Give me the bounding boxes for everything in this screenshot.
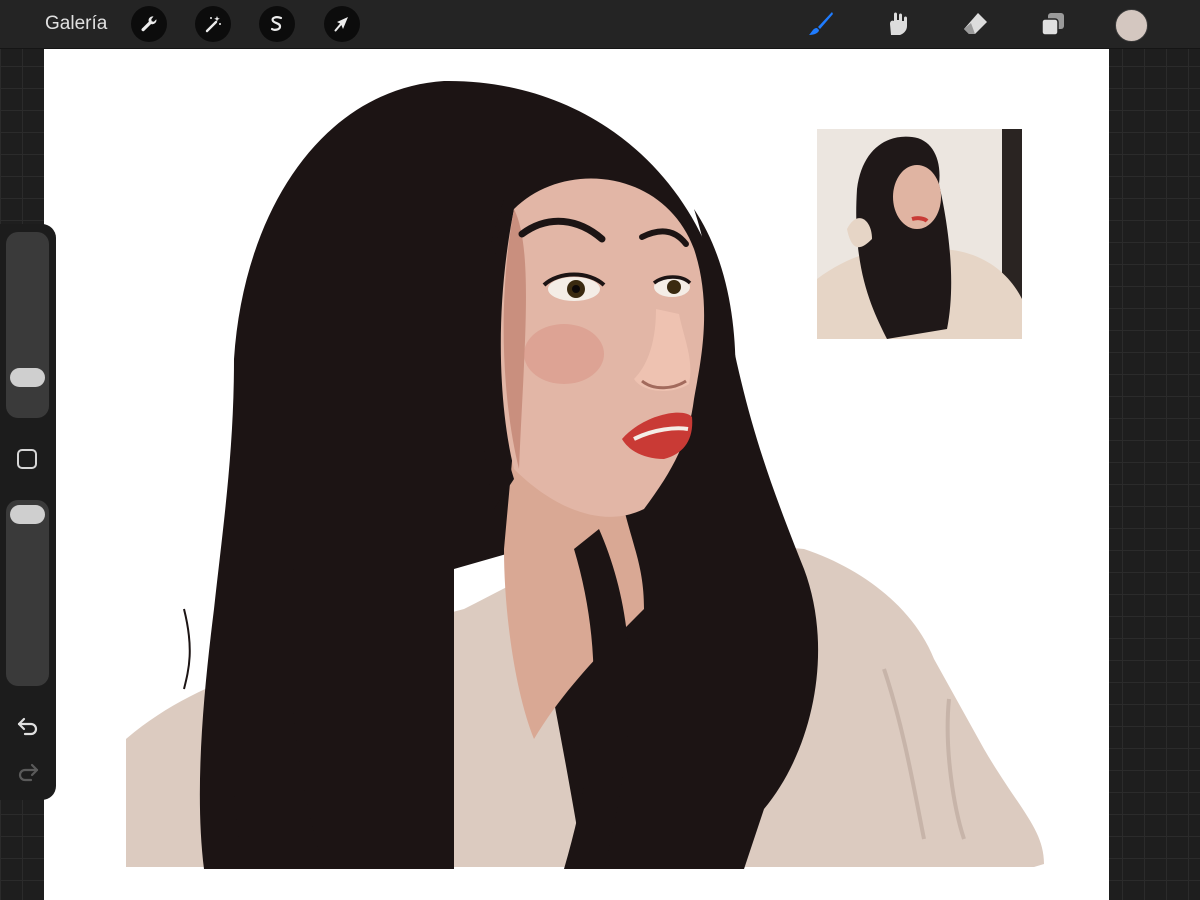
wrench-icon	[141, 16, 157, 32]
modify-button[interactable]	[17, 449, 37, 469]
gallery-link[interactable]: Galería	[45, 13, 107, 35]
opacity-thumb[interactable]	[10, 505, 45, 524]
magic-wand-icon	[205, 16, 221, 33]
brush-icon	[809, 12, 833, 35]
eraser-icon	[964, 13, 987, 34]
transform-button[interactable]	[324, 6, 360, 42]
drawing-canvas[interactable]	[44, 49, 1109, 900]
brush-tool-button[interactable]	[804, 7, 838, 41]
eraser-tool-button[interactable]	[958, 7, 992, 41]
brush-size-thumb[interactable]	[10, 368, 45, 387]
color-swatch-button[interactable]	[1115, 9, 1148, 42]
reference-photo[interactable]	[817, 129, 1022, 339]
smudge-tool-button[interactable]	[880, 7, 914, 41]
sidebar	[0, 224, 56, 800]
adjustments-button[interactable]	[195, 6, 231, 42]
toolbar: Galería	[0, 0, 1200, 49]
layers-button[interactable]	[1036, 7, 1070, 41]
selection-icon	[270, 16, 283, 31]
actions-button[interactable]	[131, 6, 167, 42]
redo-icon	[18, 763, 39, 782]
selection-button[interactable]	[259, 6, 295, 42]
undo-button[interactable]	[13, 711, 43, 741]
transform-arrow-icon	[334, 17, 348, 32]
redo-button[interactable]	[13, 757, 43, 787]
undo-icon	[17, 717, 38, 736]
layers-icon	[1041, 13, 1064, 36]
opacity-slider[interactable]	[6, 500, 49, 686]
smudge-icon	[890, 12, 907, 35]
brush-size-slider[interactable]	[6, 232, 49, 418]
